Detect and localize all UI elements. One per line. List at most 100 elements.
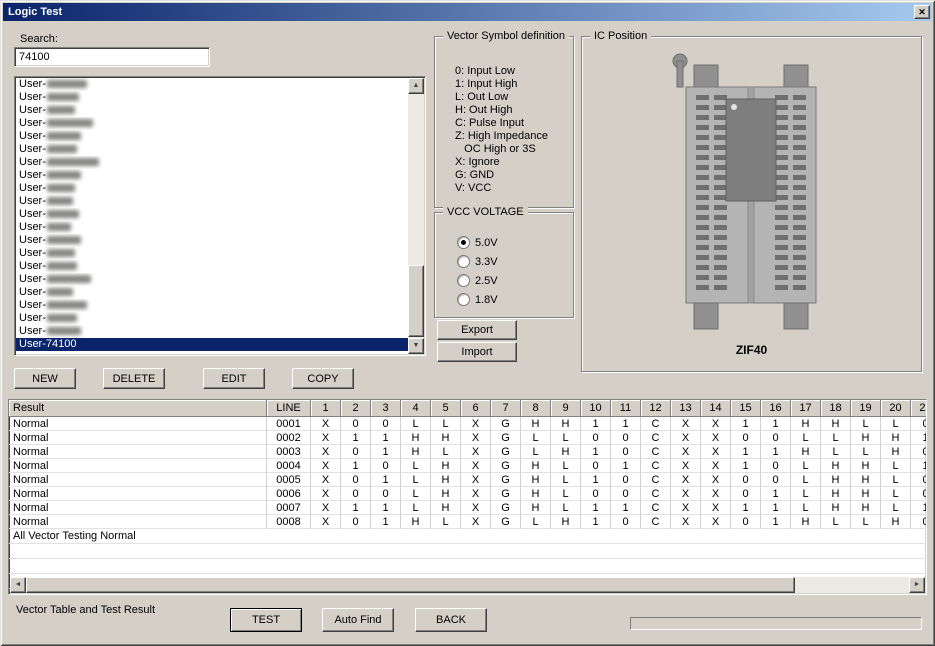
vcc-option-1.8V[interactable]: 1.8V (457, 290, 498, 309)
list-item[interactable]: User- (16, 182, 408, 195)
table-row[interactable]: Normal0007X11LHXGHL11CXX11LHHL1 (9, 501, 926, 515)
scroll-up-icon[interactable]: ▲ (408, 78, 424, 94)
list-item[interactable]: User- (16, 130, 408, 143)
list-item[interactable]: User- (16, 273, 408, 286)
scroll-left-icon[interactable]: ◄ (10, 577, 26, 593)
scrollbar-thumb[interactable] (26, 577, 795, 593)
list-item[interactable]: User- (16, 325, 408, 338)
vector-cell: X (461, 501, 491, 515)
table-row[interactable]: Normal0006X00LHXGHL00CXX01LHHL0 (9, 487, 926, 501)
ic-position-groupbox: IC Position (581, 36, 922, 372)
vector-cell: H (551, 445, 581, 459)
list-item[interactable]: User- (16, 299, 408, 312)
vcc-option-5.0V[interactable]: 5.0V (457, 233, 498, 252)
table-row[interactable]: Normal0005X01LHXGHL10CXX00LHHL0 (9, 473, 926, 487)
user-list[interactable]: User-User-User-User-User-User-User-User-… (14, 76, 426, 356)
pin-header-cell[interactable]: 3 (371, 400, 401, 417)
pin-header-cell[interactable]: 15 (731, 400, 761, 417)
pin-header-cell[interactable]: 20 (881, 400, 911, 417)
vector-cell: C (641, 431, 671, 445)
table-row[interactable]: Normal0003X01HLXGLH10CXX11HLLH0 (9, 445, 926, 459)
scrollbar-thumb[interactable] (408, 265, 424, 337)
list-item[interactable]: User- (16, 156, 408, 169)
vector-cell: C (641, 515, 671, 529)
list-item[interactable]: User- (16, 234, 408, 247)
list-item[interactable]: User-74100 (16, 338, 408, 351)
table-horizontal-scrollbar[interactable]: ◄ ► (10, 577, 925, 593)
pin-header-cell[interactable]: 2 (341, 400, 371, 417)
list-item[interactable]: User- (16, 260, 408, 273)
list-item[interactable]: User- (16, 247, 408, 260)
vector-cell: 1 (761, 487, 791, 501)
list-item[interactable]: User- (16, 208, 408, 221)
vector-cell: L (821, 515, 851, 529)
vector-cell: G (491, 459, 521, 473)
pin-header-cell[interactable]: 14 (701, 400, 731, 417)
list-item[interactable]: User- (16, 91, 408, 104)
list-item[interactable]: User- (16, 117, 408, 130)
list-item-label: User- (19, 78, 46, 90)
pin-header-cell[interactable]: 1 (311, 400, 341, 417)
vector-cell: X (311, 473, 341, 487)
list-scrollbar[interactable]: ▲ ▼ (408, 78, 424, 354)
vector-cell: 0 (731, 473, 761, 487)
auto-find-button[interactable]: Auto Find (322, 608, 394, 632)
list-item[interactable]: User- (16, 312, 408, 325)
pin-header-cell[interactable]: 10 (581, 400, 611, 417)
test-button[interactable]: TEST (230, 608, 302, 632)
edit-button[interactable]: EDIT (203, 368, 265, 389)
pin-header-cell[interactable]: 4 (401, 400, 431, 417)
pin-header-cell[interactable]: 9 (551, 400, 581, 417)
vector-cell: 0 (731, 431, 761, 445)
vector-cell: 0 (341, 417, 371, 431)
list-item[interactable]: User- (16, 221, 408, 234)
result-header-cell[interactable]: Result (9, 400, 267, 417)
pin-header-cell[interactable]: 5 (431, 400, 461, 417)
list-item[interactable]: User- (16, 195, 408, 208)
back-button[interactable]: BACK (415, 608, 487, 632)
empty-row (9, 544, 926, 559)
list-item[interactable]: User- (16, 104, 408, 117)
list-item[interactable]: User- (16, 286, 408, 299)
copy-button[interactable]: COPY (292, 368, 354, 389)
scroll-right-icon[interactable]: ► (909, 577, 925, 593)
pin-header-cell[interactable]: 19 (851, 400, 881, 417)
vector-cell: X (311, 459, 341, 473)
vector-cell: H (821, 501, 851, 515)
pin-header-cell[interactable]: 11 (611, 400, 641, 417)
pin-header-cell[interactable]: 13 (671, 400, 701, 417)
vector-cell: X (701, 487, 731, 501)
table-row[interactable]: Normal0002X11HHXGLL00CXX00LLHH1 (9, 431, 926, 445)
pin-header-cell[interactable]: 21 (911, 400, 926, 417)
table-row[interactable]: Normal0004X10LHXGHL01CXX10LHHL1 (9, 459, 926, 473)
list-item-label: User- (19, 104, 46, 116)
pin-header-cell[interactable]: 18 (821, 400, 851, 417)
list-item[interactable]: User- (16, 143, 408, 156)
pin-header-cell[interactable]: 7 (491, 400, 521, 417)
table-row[interactable]: Normal0008X01HLXGLH10CXX01HLLH0 (9, 515, 926, 529)
vcc-option-3.3V[interactable]: 3.3V (457, 252, 498, 271)
pin-header-cell[interactable]: 17 (791, 400, 821, 417)
scroll-down-icon[interactable]: ▼ (408, 338, 424, 354)
vcc-option-2.5V[interactable]: 2.5V (457, 271, 498, 290)
pin-header-cell[interactable]: 6 (461, 400, 491, 417)
search-input[interactable] (14, 47, 210, 67)
vector-cell: 1 (371, 431, 401, 445)
new-button[interactable]: NEW (14, 368, 76, 389)
line-header-cell[interactable]: LINE (267, 400, 311, 417)
vector-cell: L (431, 515, 461, 529)
pin-header-cell[interactable]: 12 (641, 400, 671, 417)
pin-header-cell[interactable]: 16 (761, 400, 791, 417)
vector-cell: 0 (911, 417, 926, 431)
delete-button[interactable]: DELETE (103, 368, 165, 389)
close-button[interactable]: ✕ (914, 5, 930, 19)
pin-header-cell[interactable]: 8 (521, 400, 551, 417)
list-item[interactable]: User- (16, 169, 408, 182)
list-item-label: User- (19, 286, 46, 298)
import-button[interactable]: Import (437, 342, 517, 362)
export-button[interactable]: Export (437, 320, 517, 340)
list-item-label: User- (19, 143, 46, 155)
table-row[interactable]: Normal0001X00LLXGHH11CXX11HHLL0 (9, 417, 926, 431)
list-item[interactable]: User- (16, 78, 408, 91)
vector-cell: X (671, 431, 701, 445)
